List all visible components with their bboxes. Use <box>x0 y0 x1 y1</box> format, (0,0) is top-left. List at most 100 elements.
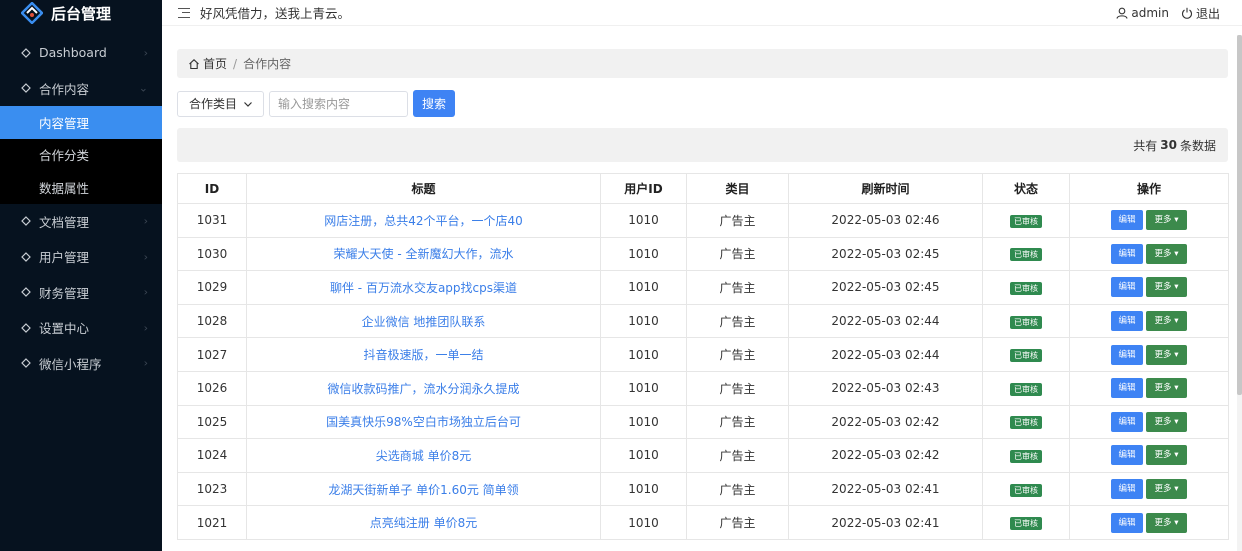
more-button[interactable]: 更多 ▾ <box>1146 411 1187 432</box>
edit-button[interactable]: 编辑 <box>1111 243 1143 264</box>
more-button[interactable]: 更多 ▾ <box>1146 344 1187 365</box>
more-button[interactable]: 更多 ▾ <box>1146 512 1187 533</box>
breadcrumb-home[interactable]: 首页 <box>188 55 227 72</box>
edit-button[interactable]: 编辑 <box>1111 378 1143 399</box>
edit-button[interactable]: 编辑 <box>1111 277 1143 298</box>
sidebar-item-users[interactable]: 用户管理 › <box>0 239 162 275</box>
cell-actions: 编辑 更多 ▾ <box>1069 370 1229 406</box>
more-button[interactable]: 更多 ▾ <box>1146 210 1187 231</box>
table-row: 1025 国美真快乐98%空白市场独立后台可 1010 广告主 2022-05-03 0… <box>177 404 1229 440</box>
scrollbar[interactable] <box>1237 35 1242 551</box>
sidebar-subitem-partner-category[interactable]: 合作分类 <box>0 138 162 171</box>
cell-status: 已审核 <box>982 270 1070 305</box>
status-badge: 已审核 <box>1010 349 1042 363</box>
col-header-status[interactable]: 状态 <box>982 173 1070 204</box>
cell-actions: 编辑 更多 ▾ <box>1069 270 1229 305</box>
cell-status: 已审核 <box>982 303 1070 339</box>
caret-down-icon: ▾ <box>1174 517 1179 528</box>
caret-down-icon: ▾ <box>1174 450 1179 461</box>
cell-refresh-time: 2022-05-03 02:45 <box>788 236 983 272</box>
table-row: 1030 荣耀大天使 - 全新魔幻大作，流水 1010 广告主 2022-05-03 0… <box>177 236 1229 272</box>
status-badge: 已审核 <box>1010 483 1042 497</box>
sidebar-item-label: 用户管理 <box>39 250 90 266</box>
cell-title-link[interactable]: 抖音极速版，一单一结 <box>246 337 601 372</box>
sidebar-menu: Dashboard › 合作内容 ⌄ 内容管理 合作分类 数据属性 文档管理 ›… <box>0 35 162 381</box>
sidebar-item-wechat-miniapp[interactable]: 微信小程序 › <box>0 346 162 382</box>
status-badge: 已审核 <box>1010 281 1042 295</box>
col-header-category[interactable]: 类目 <box>686 173 789 204</box>
cell-refresh-time: 2022-05-03 02:44 <box>788 303 983 339</box>
table-row: 1026 微信收款码推广，流水分润永久提成 1010 广告主 2022-05-03 02… <box>177 370 1229 406</box>
cell-title-link[interactable]: 荣耀大天使 - 全新魔幻大作，流水 <box>246 236 601 272</box>
more-button[interactable]: 更多 ▾ <box>1146 445 1187 466</box>
cell-title-link[interactable]: 网店注册，总共42个平台，一个店40 <box>246 203 601 238</box>
logout-button[interactable]: 退出 <box>1181 5 1220 22</box>
edit-button[interactable]: 编辑 <box>1111 311 1143 332</box>
col-header-id[interactable]: ID <box>177 173 247 204</box>
main-content: 首页 / 合作内容 合作类目 搜索 共有 30 条数据 ID 标题 用户ID <box>177 49 1229 540</box>
cell-title-link[interactable]: 国美真快乐98%空白市场独立后台可 <box>246 404 601 440</box>
edit-button[interactable]: 编辑 <box>1111 344 1143 365</box>
edit-button[interactable]: 编辑 <box>1111 479 1143 500</box>
more-button[interactable]: 更多 ▾ <box>1146 378 1187 399</box>
sidebar-subitem-label: 数据属性 <box>39 180 90 196</box>
col-header-user-id[interactable]: 用户ID <box>600 173 687 204</box>
search-button[interactable]: 搜索 <box>413 90 455 117</box>
cell-title-link[interactable]: 微信收款码推广，流水分润永久提成 <box>246 370 601 406</box>
edit-button[interactable]: 编辑 <box>1111 512 1143 533</box>
diamond-icon <box>20 322 31 333</box>
more-button[interactable]: 更多 ▾ <box>1146 311 1187 332</box>
edit-button[interactable]: 编辑 <box>1111 411 1143 432</box>
cell-title-link[interactable]: 聊伴 - 百万流水交友app找cps渠道 <box>246 270 601 305</box>
diamond-icon <box>20 216 31 227</box>
cell-status: 已审核 <box>982 236 1070 272</box>
user-area: admin 退出 <box>1104 0 1220 26</box>
caret-down-icon: ▾ <box>1174 383 1179 394</box>
cell-title-link[interactable]: 企业微信 地推团队联系 <box>246 303 601 339</box>
sidebar-item-partner-content[interactable]: 合作内容 ⌄ <box>0 71 162 107</box>
sidebar-subitem-label: 合作分类 <box>39 148 90 164</box>
caret-down-icon: ▾ <box>1174 215 1179 226</box>
sidebar-subitem-content-management[interactable]: 内容管理 <box>0 106 162 139</box>
cell-title-link[interactable]: 点亮纯注册 单价8元 <box>246 505 601 540</box>
user-icon <box>1116 7 1128 19</box>
sidebar-item-documents[interactable]: 文档管理 › <box>0 204 162 240</box>
scrollbar-thumb[interactable] <box>1237 35 1242 395</box>
user-menu[interactable]: admin <box>1116 6 1169 20</box>
total-count-bar: 共有 30 条数据 <box>177 128 1228 162</box>
total-count: 30 <box>1160 138 1177 152</box>
more-button[interactable]: 更多 ▾ <box>1146 479 1187 500</box>
total-prefix: 共有 <box>1133 138 1158 153</box>
chevron-right-icon: › <box>143 285 148 299</box>
sidebar-subitem-data-attributes[interactable]: 数据属性 <box>0 171 162 204</box>
cell-title-link[interactable]: 龙湖天街新单子 单价1.60元 简单领 <box>246 471 601 507</box>
edit-button[interactable]: 编辑 <box>1111 210 1143 231</box>
more-button[interactable]: 更多 ▾ <box>1146 277 1187 298</box>
cell-title-link[interactable]: 尖选商城 单价8元 <box>246 438 601 473</box>
sidebar-item-settings[interactable]: 设置中心 › <box>0 310 162 346</box>
sidebar-item-dashboard[interactable]: Dashboard › <box>0 35 162 71</box>
edit-button[interactable]: 编辑 <box>1111 445 1143 466</box>
app-logo[interactable]: 后台管理 <box>0 0 162 26</box>
cell-id: 1030 <box>177 236 247 272</box>
diamond-icon <box>20 47 31 58</box>
sidebar-item-label: 财务管理 <box>39 285 90 301</box>
search-input[interactable] <box>269 90 408 117</box>
menu-toggle-icon[interactable] <box>178 7 190 18</box>
status-badge: 已审核 <box>1010 248 1042 262</box>
chevron-right-icon: › <box>143 46 148 60</box>
col-header-refresh-time[interactable]: 刷新时间 <box>788 173 983 204</box>
cell-user-id: 1010 <box>600 438 687 473</box>
more-button[interactable]: 更多 ▾ <box>1146 243 1187 264</box>
category-select-value: 合作类目 <box>189 97 238 111</box>
col-header-title[interactable]: 标题 <box>246 173 601 204</box>
cell-actions: 编辑 更多 ▾ <box>1069 471 1229 507</box>
sidebar-item-finance[interactable]: 财务管理 › <box>0 275 162 311</box>
cell-id: 1028 <box>177 303 247 339</box>
cell-refresh-time: 2022-05-03 02:43 <box>788 370 983 406</box>
more-label: 更多 <box>1154 349 1172 360</box>
diamond-icon <box>20 287 31 298</box>
table-row: 1023 龙湖天街新单子 单价1.60元 简单领 1010 广告主 2022-05-03… <box>177 471 1229 507</box>
cell-id: 1023 <box>177 471 247 507</box>
category-select[interactable]: 合作类目 <box>177 90 264 117</box>
